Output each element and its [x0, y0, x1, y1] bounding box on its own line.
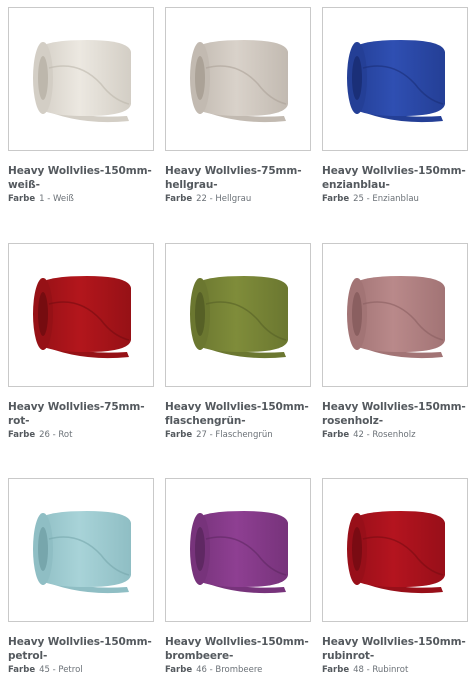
product-card[interactable]: Heavy Wollvlies-150mm-rosenholz- Farbe 42 …	[322, 243, 468, 453]
product-image[interactable]	[322, 7, 468, 151]
color-label: Farbe	[165, 665, 193, 675]
color-label: Farbe	[322, 430, 350, 440]
product-color-info: Farbe 22 - Hellgrau	[165, 194, 325, 205]
product-color-info: Farbe 27 - Flaschengrün	[165, 430, 325, 441]
product-card[interactable]: Heavy Wollvlies-150mm-flaschengrün- Farbe…	[165, 243, 311, 453]
product-title[interactable]: Heavy Wollvlies-150mm-brombeere-	[165, 635, 325, 663]
color-value: 22 - Hellgrau	[196, 194, 252, 204]
product-image[interactable]	[165, 243, 311, 387]
color-label: Farbe	[322, 665, 350, 675]
fleece-roll-image	[347, 40, 445, 123]
color-value: 26 - Rot	[39, 430, 73, 440]
product-title[interactable]: Heavy Wollvlies-75mm-hellgrau-	[165, 164, 325, 192]
fleece-roll-image	[347, 511, 445, 594]
product-grid: Heavy Wollvlies-150mm-weiß- Farbe 1 - Weiß…	[0, 0, 469, 681]
product-color-info: Farbe 25 - Enzianblau	[322, 194, 469, 205]
product-card[interactable]: Heavy Wollvlies-150mm-petrol- Farbe 45 - P…	[8, 478, 154, 688]
color-label: Farbe	[165, 430, 193, 440]
product-color-info: Farbe 48 - Rubinrot	[322, 665, 469, 676]
product-card[interactable]: Heavy Wollvlies-150mm-weiß- Farbe 1 - Weiß	[8, 7, 154, 217]
product-card[interactable]: Heavy Wollvlies-75mm-hellgrau- Farbe 22 - …	[165, 7, 311, 217]
product-image[interactable]	[165, 7, 311, 151]
fleece-roll-image	[190, 511, 288, 594]
product-title[interactable]: Heavy Wollvlies-150mm-petrol-	[8, 635, 168, 663]
product-color-info: Farbe 45 - Petrol	[8, 665, 168, 676]
product-title[interactable]: Heavy Wollvlies-150mm-rosenholz-	[322, 400, 469, 428]
color-value: 48 - Rubinrot	[353, 665, 409, 675]
product-title[interactable]: Heavy Wollvlies-150mm-weiß-	[8, 164, 168, 192]
product-title[interactable]: Heavy Wollvlies-150mm-enzianblau-	[322, 164, 469, 192]
product-title[interactable]: Heavy Wollvlies-150mm-flaschengrün-	[165, 400, 325, 428]
color-label: Farbe	[165, 194, 193, 204]
color-value: 46 - Brombeere	[196, 665, 263, 675]
fleece-roll-image	[190, 40, 288, 123]
color-label: Farbe	[8, 665, 36, 675]
color-value: 25 - Enzianblau	[353, 194, 419, 204]
product-image[interactable]	[165, 478, 311, 622]
color-value: 45 - Petrol	[39, 665, 83, 675]
color-value: 1 - Weiß	[39, 194, 74, 204]
fleece-roll-image	[347, 276, 445, 359]
product-title[interactable]: Heavy Wollvlies-150mm-rubinrot-	[322, 635, 469, 663]
color-value: 27 - Flaschengrün	[196, 430, 273, 440]
product-color-info: Farbe 26 - Rot	[8, 430, 168, 441]
color-label: Farbe	[322, 194, 350, 204]
product-image[interactable]	[8, 478, 154, 622]
product-image[interactable]	[8, 243, 154, 387]
fleece-roll-image	[33, 511, 131, 594]
product-image[interactable]	[322, 243, 468, 387]
product-color-info: Farbe 46 - Brombeere	[165, 665, 325, 676]
fleece-roll-image	[33, 276, 131, 359]
product-color-info: Farbe 42 - Rosenholz	[322, 430, 469, 441]
fleece-roll-image	[33, 40, 131, 123]
product-card[interactable]: Heavy Wollvlies-150mm-enzianblau- Farbe 25…	[322, 7, 468, 217]
product-image[interactable]	[8, 7, 154, 151]
product-title[interactable]: Heavy Wollvlies-75mm-rot-	[8, 400, 168, 428]
product-image[interactable]	[322, 478, 468, 622]
color-label: Farbe	[8, 194, 36, 204]
product-color-info: Farbe 1 - Weiß	[8, 194, 168, 205]
product-card[interactable]: Heavy Wollvlies-75mm-rot- Farbe 26 - Rot	[8, 243, 154, 453]
fleece-roll-image	[190, 276, 288, 359]
product-card[interactable]: Heavy Wollvlies-150mm-rubinrot- Farbe 48 -…	[322, 478, 468, 688]
color-value: 42 - Rosenholz	[353, 430, 416, 440]
product-card[interactable]: Heavy Wollvlies-150mm-brombeere- Farbe 46 …	[165, 478, 311, 688]
color-label: Farbe	[8, 430, 36, 440]
